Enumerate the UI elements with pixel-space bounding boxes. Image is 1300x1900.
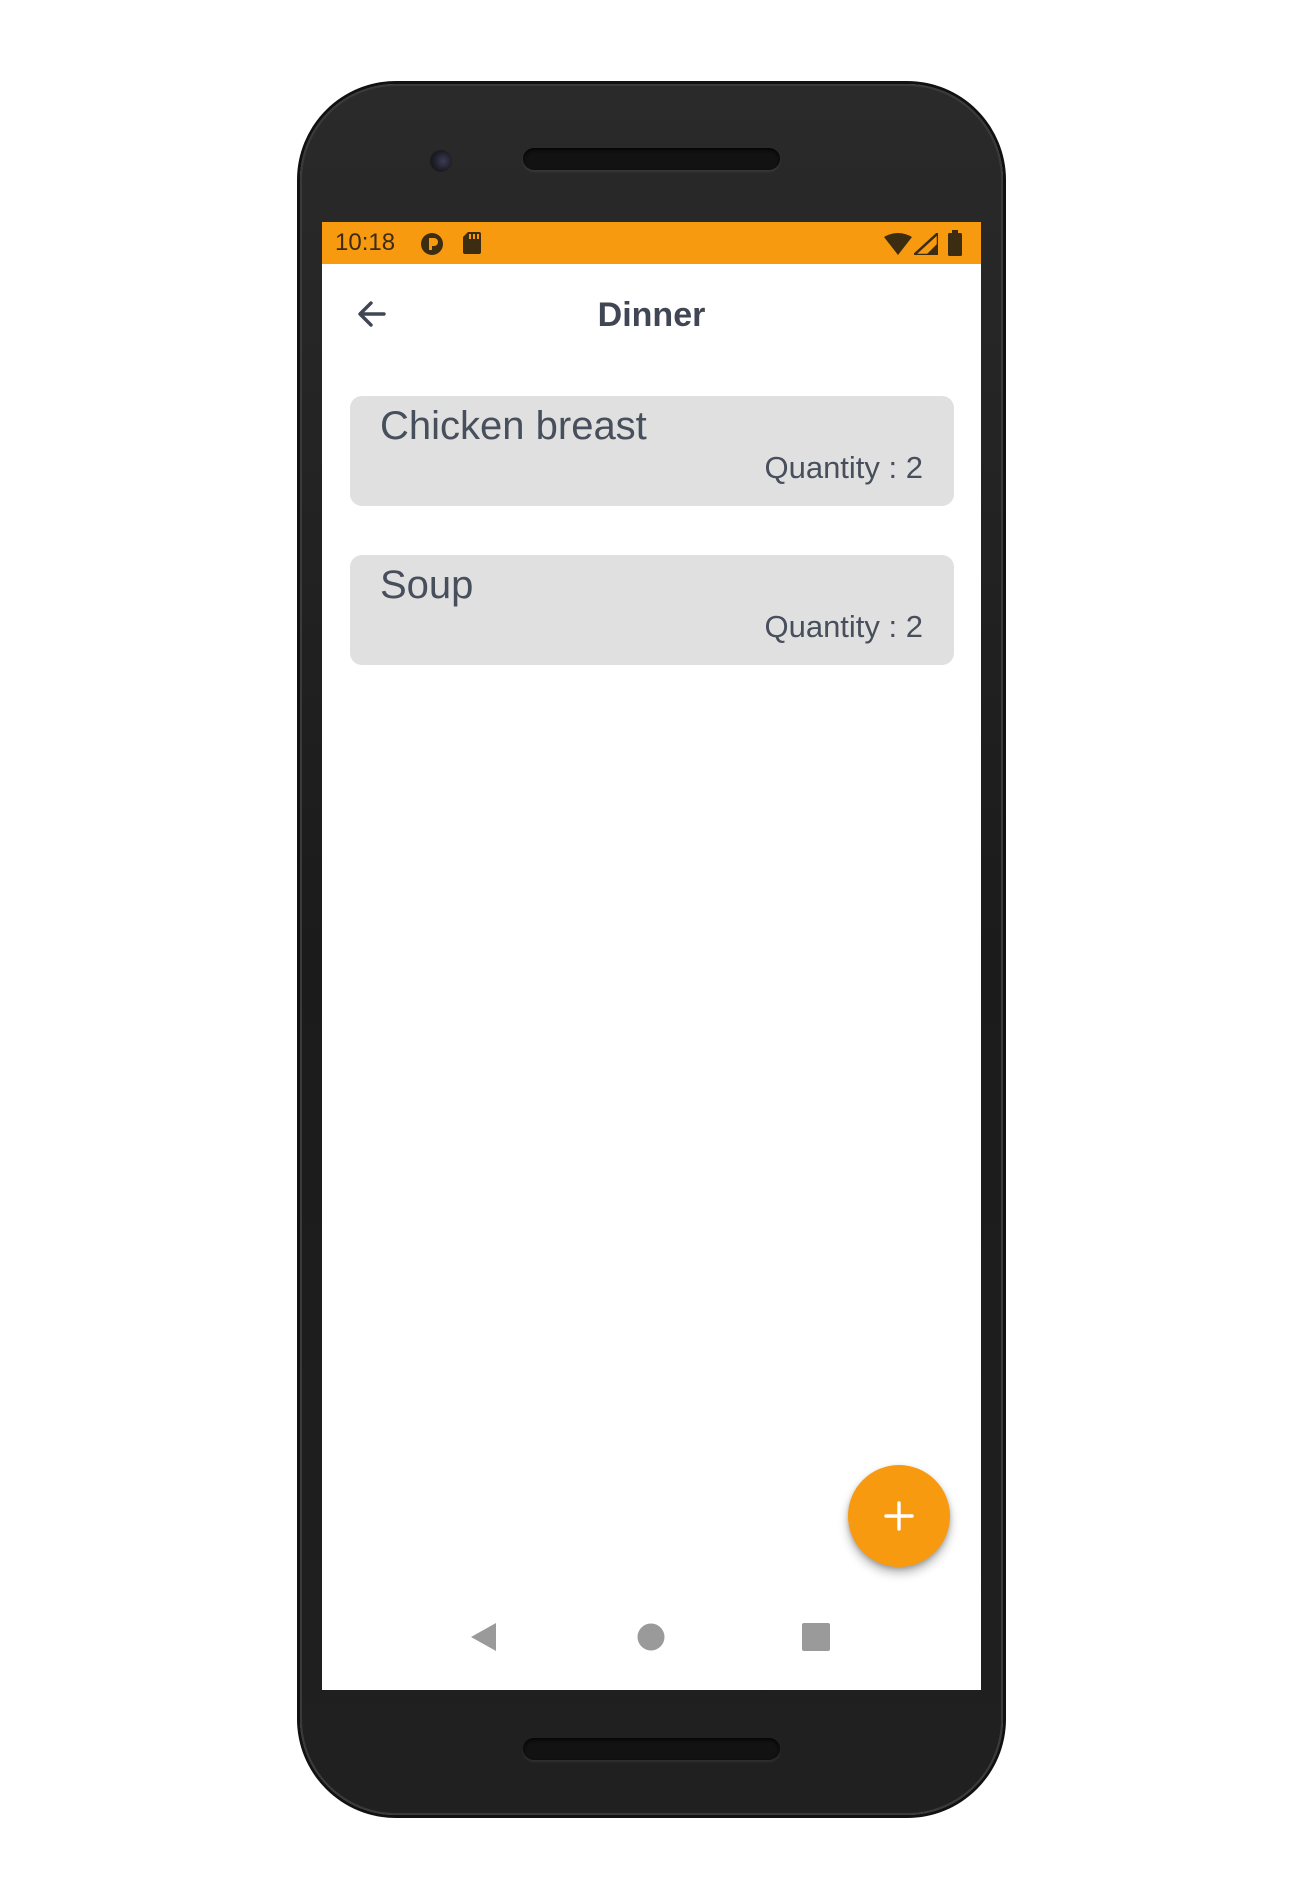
nav-back-button[interactable] (468, 1621, 498, 1658)
nav-back-icon (471, 1623, 496, 1651)
system-nav-bar (322, 1607, 981, 1690)
nav-home-button[interactable] (636, 1622, 666, 1657)
status-time: 10:18 (335, 229, 396, 256)
play-protect-icon (420, 232, 444, 261)
bottom-speaker (523, 1738, 780, 1760)
status-bar: 10:18 (322, 222, 981, 264)
app-screen: 10:18 Dinner Chicken breast Quantity: 2… (322, 222, 981, 1690)
item-quantity: Quantity : 2 (764, 609, 923, 644)
plus-icon (884, 1501, 914, 1531)
nav-home-icon (637, 1623, 665, 1651)
list-item[interactable]: Soup Quantity : 2 (350, 555, 954, 665)
nav-recents-button[interactable] (802, 1623, 830, 1656)
page-title: Dinner (597, 296, 706, 334)
item-name: Soup (380, 563, 474, 607)
item-name: Chicken breast (380, 404, 647, 448)
sd-card-icon (463, 232, 481, 259)
list-item[interactable]: Chicken breast Quantity : 2 (350, 396, 954, 506)
front-camera (430, 150, 452, 172)
earpiece-speaker (523, 148, 780, 170)
item-quantity: Quantity : 2 (764, 450, 923, 485)
add-item-button[interactable] (848, 1465, 950, 1567)
cellular-signal-icon (910, 230, 940, 260)
battery-icon (948, 230, 962, 261)
wifi-icon (884, 233, 912, 260)
app-bar: Dinner (322, 264, 981, 370)
nav-recents-icon (802, 1623, 830, 1651)
